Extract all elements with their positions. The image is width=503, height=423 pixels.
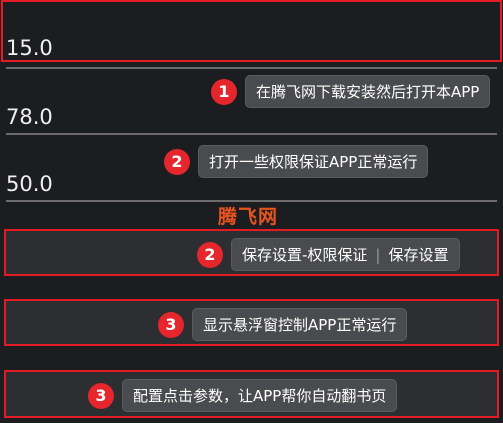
permission-save-button[interactable]: 保存设置-权限保证 xyxy=(242,244,367,265)
step-4: 3 显示悬浮窗控制APP正常运行 xyxy=(158,308,408,341)
highlight-box-top xyxy=(1,0,502,62)
value-2: 78.0 xyxy=(6,105,53,129)
step-5: 3 配置点击参数，让APP帮你自动翻书页 xyxy=(88,379,398,412)
value-1: 15.0 xyxy=(6,36,53,60)
step-number-badge: 2 xyxy=(197,241,223,268)
step-1: 1 在腾飞网下载安装然后打开本APP xyxy=(211,75,491,108)
step-label[interactable]: 显示悬浮窗控制APP正常运行 xyxy=(192,308,408,341)
brand-watermark: 腾飞网 xyxy=(218,206,279,228)
divider-2 xyxy=(6,133,497,135)
step-number-badge: 1 xyxy=(211,78,237,105)
value-3: 50.0 xyxy=(6,172,53,196)
step-label[interactable]: 在腾飞网下载安装然后打开本APP xyxy=(245,75,491,108)
step-number-badge: 3 xyxy=(158,311,184,338)
separator: | xyxy=(375,245,381,264)
save-settings-pill: 保存设置-权限保证 | 保存设置 xyxy=(231,238,460,271)
step-number-badge: 2 xyxy=(164,148,190,175)
divider-1 xyxy=(6,67,497,69)
save-settings-button[interactable]: 保存设置 xyxy=(388,244,448,265)
step-3: 2 保存设置-权限保证 | 保存设置 xyxy=(197,238,460,271)
step-number-badge: 3 xyxy=(88,382,114,409)
step-label[interactable]: 打开一些权限保证APP正常运行 xyxy=(198,145,429,178)
step-2: 2 打开一些权限保证APP正常运行 xyxy=(164,145,429,178)
step-label[interactable]: 配置点击参数，让APP帮你自动翻书页 xyxy=(122,379,398,412)
